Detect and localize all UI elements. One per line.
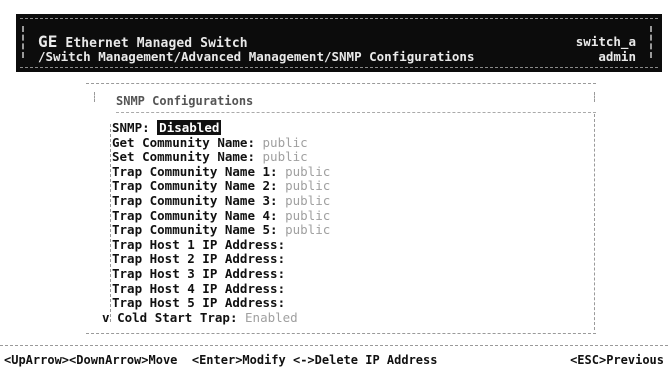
header-left-border	[22, 26, 26, 58]
username: admin	[598, 49, 636, 64]
panel-frame-left-tick	[94, 92, 95, 102]
header-bottom-border	[20, 67, 658, 68]
setting-label: Trap Host 4 IP Address:	[112, 280, 286, 296]
setting-trap-community-5[interactable]: Trap Community Name 5: public	[112, 222, 552, 238]
setting-value: public	[285, 163, 331, 179]
setting-value: Enabled	[245, 309, 298, 325]
setting-set-community[interactable]: Set Community Name: public	[112, 149, 552, 165]
setting-label: Cold Start Trap:	[117, 309, 238, 325]
setting-get-community[interactable]: Get Community Name: public	[112, 134, 552, 151]
setting-trap-host-2[interactable]: Trap Host 2 IP Address:	[112, 252, 552, 267]
setting-label: Trap Host 1 IP Address:	[112, 236, 286, 252]
setting-trap-host-5[interactable]: Trap Host 5 IP Address:	[112, 295, 552, 311]
setting-trap-host-3[interactable]: Trap Host 3 IP Address:	[112, 265, 552, 282]
setting-label: Trap Host 2 IP Address:	[112, 251, 286, 267]
setting-value: public	[285, 192, 331, 208]
setting-trap-community-1[interactable]: Trap Community Name 1: public	[112, 163, 552, 180]
setting-label: Trap Community Name 4:	[112, 207, 278, 223]
setting-value: public	[285, 222, 331, 238]
setting-label: Trap Community Name 3:	[112, 192, 278, 208]
esc-previous-hint[interactable]: <ESC>Previous	[570, 353, 664, 367]
settings-list: SNMP: Disabled Get Community Name: publi…	[102, 120, 552, 325]
setting-value: public	[285, 178, 331, 194]
setting-trap-community-3[interactable]: Trap Community Name 3: public	[112, 192, 552, 209]
key-hints: <UpArrow><DownArrow>Move <Enter>Modify <…	[4, 353, 438, 367]
key-hints-bar: <UpArrow><DownArrow>Move <Enter>Modify <…	[4, 353, 664, 367]
setting-label: SNMP:	[112, 120, 150, 135]
terminal-screen: GE Ethernet Managed Switch /Switch Manag…	[0, 0, 668, 378]
setting-value: public	[262, 134, 308, 150]
setting-trap-community-4[interactable]: Trap Community Name 4: public	[112, 207, 552, 224]
setting-label: Set Community Name:	[112, 149, 255, 165]
setting-label: Get Community Name:	[112, 134, 255, 150]
panel-frame-right-tick	[594, 92, 595, 102]
setting-cold-start-trap[interactable]: v Cold Start Trap: Enabled	[102, 309, 552, 326]
footer-divider	[0, 345, 668, 346]
setting-label: Trap Community Name 2:	[112, 178, 278, 194]
panel-frame-right	[594, 114, 595, 330]
panel-frame-bottom	[86, 333, 596, 334]
breadcrumb: /Switch Management/Advanced Management/S…	[38, 49, 475, 64]
panel-title-divider	[116, 112, 596, 113]
setting-trap-community-2[interactable]: Trap Community Name 2: public	[112, 179, 552, 194]
header-top-border	[20, 18, 658, 19]
scroll-down-indicator: v	[102, 309, 110, 325]
setting-label: Trap Community Name 5:	[112, 222, 278, 238]
setting-label: Trap Host 5 IP Address:	[112, 295, 286, 311]
header-bar: GE Ethernet Managed Switch /Switch Manag…	[16, 14, 662, 72]
setting-trap-host-4[interactable]: Trap Host 4 IP Address:	[112, 280, 552, 297]
setting-value: public	[262, 149, 308, 165]
setting-value: public	[285, 207, 331, 223]
setting-value-selected[interactable]: Disabled	[157, 120, 222, 135]
setting-label: Trap Community Name 1:	[112, 163, 278, 179]
hostname: switch_a	[575, 34, 636, 49]
panel-title: SNMP Configurations	[116, 94, 254, 108]
setting-snmp[interactable]: SNMP: Disabled	[112, 120, 552, 136]
list-left-border	[110, 124, 111, 322]
setting-trap-host-1[interactable]: Trap Host 1 IP Address:	[112, 236, 552, 253]
setting-label: Trap Host 3 IP Address:	[112, 265, 286, 281]
panel-frame-top	[86, 83, 596, 84]
header-right-border	[650, 26, 654, 58]
